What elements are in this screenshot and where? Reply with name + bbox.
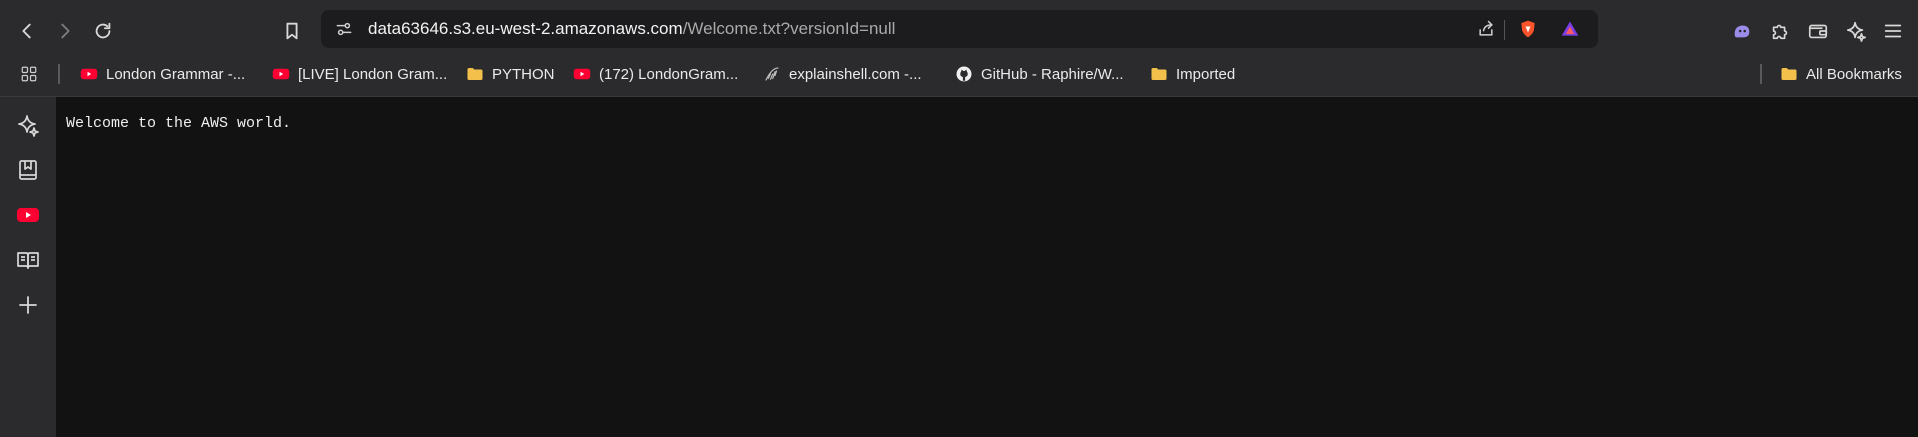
back-button[interactable]: [12, 16, 42, 46]
sidebar-leo-button[interactable]: [14, 111, 42, 139]
bookmark-folder-python[interactable]: PYTHON: [466, 62, 555, 86]
sparkle-icon[interactable]: [1843, 18, 1869, 44]
bookmark-explainshell[interactable]: explainshell.com -...: [763, 62, 922, 86]
youtube-icon: [272, 65, 290, 83]
folder-icon: [466, 65, 484, 83]
forward-button[interactable]: [50, 16, 80, 46]
address-host: data63646.s3.eu-west-2.amazonaws.com: [368, 19, 683, 38]
site-settings-icon[interactable]: [333, 18, 355, 40]
youtube-icon: [573, 65, 591, 83]
page-content: Welcome to the AWS world.: [56, 97, 1918, 437]
leo-icon: [18, 115, 39, 137]
leo-ai-icon[interactable]: [1729, 18, 1755, 44]
folder-icon: [1150, 65, 1168, 83]
bookmarks-divider: [1760, 64, 1762, 84]
youtube-icon: [17, 208, 39, 222]
bookmark-label: explainshell.com -...: [789, 65, 922, 83]
address-bar-divider: [1504, 20, 1505, 40]
sidebar-reading-list-button[interactable]: [14, 246, 42, 274]
bookmark-label: (172) LondonGram...: [599, 65, 739, 83]
address-bar[interactable]: data63646.s3.eu-west-2.amazonaws.com/Wel…: [321, 10, 1598, 48]
text-file-content: Welcome to the AWS world.: [66, 115, 292, 132]
brave-shields-icon[interactable]: [1517, 18, 1539, 40]
address-text: data63646.s3.eu-west-2.amazonaws.com/Wel…: [368, 19, 895, 39]
bookmark-label: PYTHON: [492, 65, 555, 83]
sidebar-youtube-button[interactable]: [14, 201, 42, 229]
address-path: /Welcome.txt?versionId=null: [682, 19, 896, 38]
github-icon: [955, 65, 973, 83]
reload-icon: [95, 22, 111, 39]
sidebar-bookmarks-button[interactable]: [14, 156, 42, 184]
all-bookmarks-label: All Bookmarks: [1806, 65, 1902, 83]
bookmark-icon: [286, 22, 298, 40]
sidebar: [0, 97, 56, 437]
youtube-icon: [80, 65, 98, 83]
reload-button[interactable]: [88, 16, 118, 46]
extensions-icon[interactable]: [1767, 18, 1793, 44]
share-icon[interactable]: [1475, 18, 1497, 40]
bookmark-172-london-grammar[interactable]: (172) LondonGram...: [573, 62, 738, 86]
shell-icon: [763, 65, 781, 83]
wallet-icon[interactable]: [1805, 18, 1831, 44]
folder-icon: [1780, 65, 1798, 83]
bookmark-live-london-grammar[interactable]: [LIVE] London Gram...: [272, 62, 447, 86]
apps-grid-icon: [20, 65, 38, 83]
window-top-strip: [0, 0, 1918, 8]
forward-icon: [61, 23, 70, 39]
bookmark-label: London Grammar -...: [106, 65, 246, 83]
bookmarks-bar: London Grammar -... [LIVE] London Gram..…: [0, 52, 1918, 97]
apps-button[interactable]: [20, 62, 46, 86]
bookmark-github-raphire[interactable]: GitHub - Raphire/W...: [955, 62, 1124, 86]
browser-toolbar: data63646.s3.eu-west-2.amazonaws.com/Wel…: [0, 8, 1918, 52]
brave-rewards-icon[interactable]: [1559, 18, 1581, 40]
bookmark-label: GitHub - Raphire/W...: [981, 65, 1124, 83]
reading-list-icon: [17, 252, 39, 269]
bookmark-label: Imported: [1176, 65, 1236, 83]
sidebar-add-button[interactable]: [14, 291, 42, 319]
bookmark-label: [LIVE] London Gram...: [298, 65, 448, 83]
bookmark-london-grammar[interactable]: London Grammar -...: [80, 62, 245, 86]
bookmarks-panel-icon: [19, 160, 37, 180]
bookmarks-divider: [58, 64, 60, 84]
back-icon: [22, 23, 31, 39]
all-bookmarks-folder[interactable]: All Bookmarks: [1780, 62, 1902, 86]
bookmark-folder-imported[interactable]: Imported: [1150, 62, 1235, 86]
bookmark-page-button[interactable]: [277, 16, 307, 46]
add-icon: [19, 296, 37, 314]
menu-icon[interactable]: [1880, 18, 1906, 44]
